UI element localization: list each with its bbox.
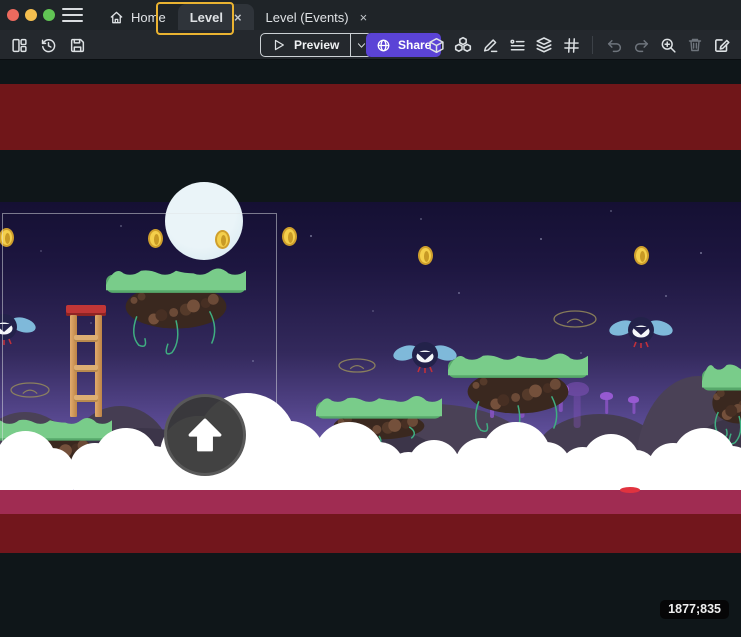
star-decor — [458, 292, 460, 294]
preview-button[interactable]: Preview — [260, 33, 372, 57]
close-window-button[interactable] — [7, 9, 19, 21]
home-icon — [109, 10, 124, 25]
cloud-decor — [160, 470, 330, 492]
toolbar-right-group — [427, 30, 731, 60]
cloud-decor — [648, 462, 741, 492]
trash-icon[interactable] — [686, 36, 704, 54]
tab-label: Home — [131, 10, 166, 25]
grid-icon[interactable] — [562, 36, 580, 54]
zoom-in-icon[interactable] — [659, 36, 677, 54]
save-icon[interactable] — [68, 36, 86, 54]
ground-crimson-band — [0, 490, 741, 514]
tab-level[interactable]: Level × — [178, 4, 254, 30]
main-menu-icon[interactable] — [62, 8, 83, 22]
toolbar: Preview Share — [0, 30, 741, 60]
3d-box-icon[interactable] — [427, 36, 445, 54]
tab-home[interactable]: Home — [97, 4, 178, 30]
star-decor — [420, 218, 422, 220]
coin-sprite[interactable] — [418, 246, 433, 265]
layers-icon[interactable] — [535, 36, 553, 54]
instances-icon[interactable] — [454, 36, 472, 54]
ground-dark-red-band — [0, 514, 741, 553]
star-decor — [310, 235, 312, 237]
ghost-outline-sprite[interactable] — [338, 358, 376, 378]
minimize-window-button[interactable] — [25, 9, 37, 21]
redo-icon[interactable] — [632, 36, 650, 54]
up-arrow-icon — [187, 417, 223, 453]
edit-events-icon[interactable] — [713, 36, 731, 54]
bat-enemy-sprite[interactable] — [392, 338, 458, 383]
blood-splat-decor — [620, 487, 640, 493]
tab-label: Level — [190, 10, 223, 25]
ghost-outline-sprite[interactable] — [553, 310, 597, 333]
close-tab-icon[interactable]: × — [234, 11, 242, 24]
preview-label: Preview — [294, 38, 339, 52]
app-window: Home Level × Level (Events) × — [0, 0, 741, 637]
history-icon[interactable] — [39, 36, 57, 54]
level-editor-canvas[interactable]: 1877;835 — [0, 60, 741, 637]
toolbar-divider — [592, 36, 593, 54]
star-decor — [610, 210, 612, 212]
star-decor — [665, 295, 667, 297]
toolbar-left-group — [10, 30, 86, 60]
cloud-decor — [0, 458, 77, 492]
tab-strip: Home Level × Level (Events) × — [97, 4, 379, 30]
star-decor — [372, 310, 374, 312]
close-tab-icon[interactable]: × — [360, 11, 368, 24]
coin-sprite[interactable] — [634, 246, 649, 265]
pencil-icon[interactable] — [481, 36, 499, 54]
virtual-up-button[interactable] — [164, 394, 246, 476]
tab-level-events[interactable]: Level (Events) × — [254, 4, 380, 30]
zoom-window-button[interactable] — [43, 9, 55, 21]
panels-icon[interactable] — [10, 36, 28, 54]
mushroom-decor — [628, 396, 639, 414]
cloud-decor — [560, 456, 660, 492]
background-red-band — [0, 84, 741, 150]
globe-icon — [376, 38, 391, 53]
coin-sprite[interactable] — [282, 227, 297, 246]
star-decor — [700, 252, 702, 254]
star-decor — [540, 238, 542, 240]
tab-label: Level (Events) — [266, 10, 349, 25]
cursor-coordinates-badge: 1877;835 — [660, 600, 729, 619]
bat-enemy-sprite[interactable] — [608, 313, 674, 358]
play-icon — [272, 38, 286, 52]
object-list-icon[interactable] — [508, 36, 526, 54]
undo-icon[interactable] — [605, 36, 623, 54]
mushroom-decor — [600, 392, 613, 414]
titlebar: Home Level × Level (Events) × — [0, 0, 741, 30]
